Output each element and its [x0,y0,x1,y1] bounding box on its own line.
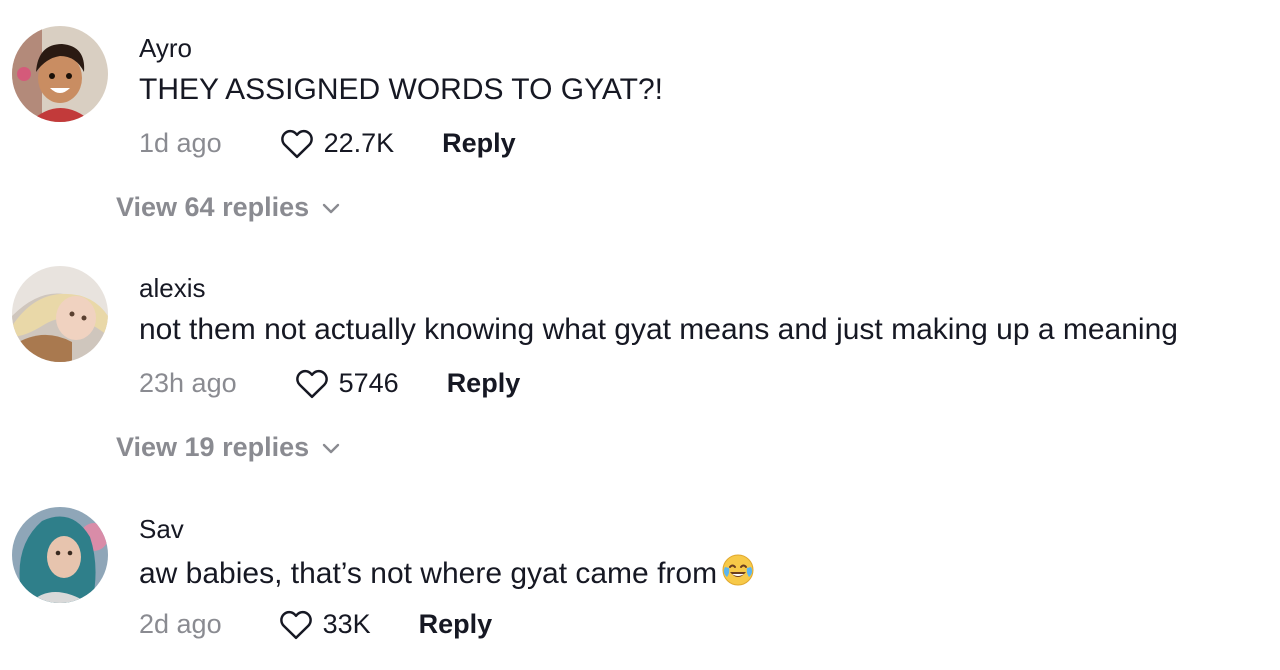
avatar[interactable] [12,266,108,362]
comment-actions: 1d ago 22.7K Reply [139,126,516,160]
comment-username[interactable]: alexis [139,272,205,304]
comment-time: 23h ago [139,367,237,398]
avatar[interactable] [12,507,108,603]
avatar-image [12,266,108,362]
like-button[interactable]: 33K [278,608,371,640]
comment-time: 1d ago [139,127,222,158]
comment-time: 2d ago [139,608,222,639]
heart-outline-icon [295,369,328,399]
face-with-tears-of-joy-icon [721,553,755,596]
avatar[interactable] [12,26,108,122]
comment-text: aw babies, that’s not where gyat came fr… [139,553,755,596]
comment-list: Ayro THEY ASSIGNED WORDS TO GYAT?! 1d ag… [0,0,1280,670]
like-button[interactable]: 22.7K [279,127,395,159]
view-replies-button[interactable]: View 19 replies [116,432,341,463]
like-button[interactable]: 5746 [294,367,399,399]
avatar-image [12,507,108,603]
reply-button[interactable]: Reply [419,609,493,640]
comment-username[interactable]: Sav [139,513,184,545]
comment-text-body: aw babies, that’s not where gyat came fr… [139,557,718,590]
view-replies-button[interactable]: View 64 replies [116,192,341,223]
view-replies-label: View 19 replies [116,432,310,462]
comment-item: Ayro THEY ASSIGNED WORDS TO GYAT?! 1d ag… [0,26,1280,176]
comment-text: not them not actually knowing what gyat … [139,313,1178,346]
heart-outline-icon [279,610,312,640]
comment-text: THEY ASSIGNED WORDS TO GYAT?! [139,73,664,106]
avatar-image [12,26,108,122]
comment-username[interactable]: Ayro [139,32,192,64]
like-count: 5746 [338,367,399,398]
chevron-down-icon [322,443,340,453]
heart-outline-icon [280,129,313,159]
comment-actions: 23h ago 5746 Reply [139,366,520,400]
chevron-down-icon [322,203,340,213]
like-count: 22.7K [323,127,395,158]
comment-item: Sav aw babies, that’s not where gyat cam… [0,507,1280,657]
comment-actions: 2d ago 33K Reply [139,607,492,641]
reply-button[interactable]: Reply [447,368,521,399]
like-count: 33K [322,608,371,639]
comment-item: alexis not them not actually knowing wha… [0,266,1280,416]
view-replies-label: View 64 replies [116,192,310,222]
reply-button[interactable]: Reply [442,128,516,159]
